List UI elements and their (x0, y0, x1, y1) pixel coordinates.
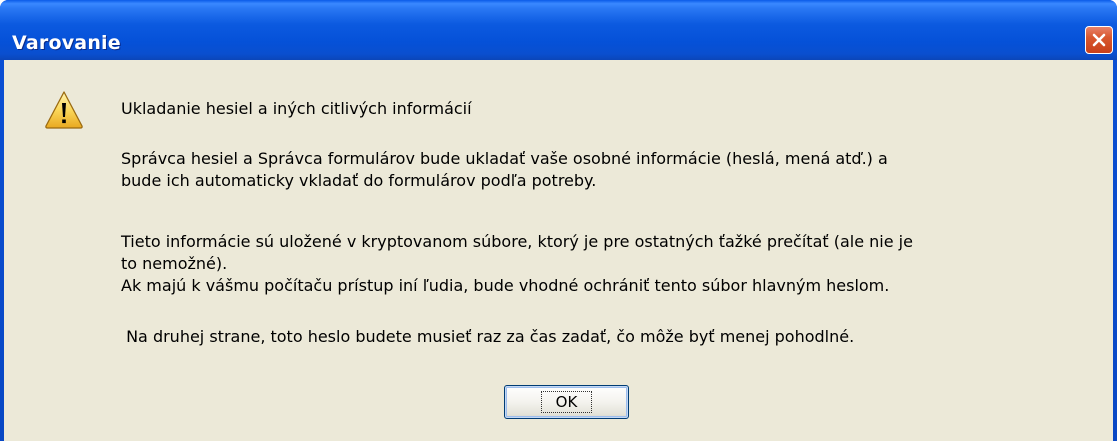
message-line: Ak majú k vášmu počítaču prístup iní ľud… (121, 276, 890, 295)
dialog-body: Ukladanie hesiel a iných citlivých infor… (4, 60, 1113, 441)
ok-button-label: OK (540, 391, 593, 413)
dialog-window: Varovanie Ukladanie hesiel a iných citli… (0, 0, 1117, 441)
close-icon (1092, 33, 1106, 47)
dialog-heading: Ukladanie hesiel a iných citlivých infor… (121, 99, 472, 118)
message-line: to nemožné). (121, 254, 228, 273)
close-button[interactable] (1085, 26, 1113, 54)
window-title: Varovanie (12, 32, 121, 54)
message-line: bude ich automaticky vkladať do formulár… (121, 171, 597, 190)
message-line: Tieto informácie sú uložené v kryptovano… (121, 232, 913, 251)
ok-button[interactable]: OK (504, 385, 629, 419)
message-line: Správca hesiel a Správca formulárov bude… (121, 149, 888, 168)
title-bar[interactable]: Varovanie (0, 0, 1117, 60)
warning-icon (45, 91, 83, 129)
message-line: Na druhej strane, toto heslo budete musi… (121, 327, 855, 346)
